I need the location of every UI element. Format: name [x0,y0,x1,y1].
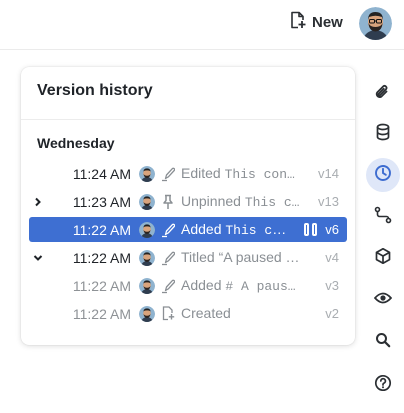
pencil-icon [161,222,175,238]
version-description: Created [181,305,303,322]
author-avatar [139,221,155,238]
version-history-button[interactable] [366,158,400,192]
top-bar: New [0,0,404,50]
new-document-icon [161,306,175,322]
description-text: Unpinned [181,193,245,209]
compare-icon[interactable] [304,223,317,236]
clock-icon [374,164,392,187]
version-number: v14 [318,166,339,181]
version-description: Titled “A paused … [181,249,303,266]
version-time: 11:22 AM [72,221,131,238]
author-avatar [139,305,155,322]
attachments-button[interactable] [366,77,400,111]
version-row[interactable]: 11:24 AM Edited This con… v14 [29,161,347,186]
paperclip-icon [374,83,392,106]
version-description: Added # A paus… [181,277,303,294]
version-number: v6 [325,222,339,237]
cube-button[interactable] [366,241,400,275]
version-time: 11:24 AM [72,165,131,182]
description-text: Added [181,221,226,237]
version-time: 11:22 AM [72,305,131,322]
version-number: v4 [325,250,339,265]
version-description: Added This con… [181,221,293,238]
search-icon [375,332,391,353]
pencil-icon [161,278,175,294]
chevron-down-icon[interactable] [31,254,45,262]
description-text: Created [181,305,231,321]
description-code: This con… [224,167,295,182]
author-avatar [139,249,155,266]
version-number: v2 [325,306,339,321]
pencil-icon [161,250,175,266]
database-icon [375,123,391,146]
version-row-selected[interactable]: 11:22 AM Added This con… v6 [29,217,347,242]
description-text: Titled “A paused … [181,249,300,265]
version-row[interactable]: 11:23 AM Unpinned This c… v13 [29,189,347,214]
help-button[interactable] [366,368,400,402]
user-avatar[interactable] [359,7,392,40]
pin-icon [161,194,175,210]
version-row[interactable]: 11:22 AM Added # A paus… v3 [29,273,347,298]
preview-button[interactable] [366,283,400,317]
eye-icon [373,291,393,310]
version-number: v3 [325,278,339,293]
new-button[interactable]: New [290,11,343,33]
version-description: Unpinned This c… [181,193,303,210]
new-document-icon [290,11,306,34]
version-time: 11:23 AM [72,193,131,210]
author-avatar [139,193,155,210]
description-text: Edited [181,165,225,181]
chevron-right-icon[interactable] [31,197,45,207]
help-icon [374,374,392,397]
version-description: Edited This con… [181,165,303,182]
panel-divider [21,119,355,120]
description-code: # A paus… [225,279,296,294]
search-button[interactable] [366,325,400,359]
version-history-panel: Version history Wednesday 11:24 AM Edited… [21,67,355,345]
route-button[interactable] [366,200,400,234]
panel-title: Version history [37,82,153,99]
new-button-label: New [312,13,343,31]
database-button[interactable] [366,117,400,151]
author-avatar [139,277,155,294]
version-time: 11:22 AM [72,249,131,266]
description-code: This c… [244,195,300,210]
version-time: 11:22 AM [72,277,131,294]
version-number: v13 [318,194,339,209]
route-icon [374,206,392,229]
version-row[interactable]: 11:22 AM Titled “A paused … v4 [29,245,347,270]
pencil-icon [161,166,175,182]
version-row[interactable]: 11:22 AM Created v2 [29,301,347,326]
cube-icon [374,247,392,270]
day-heading: Wednesday [37,135,115,151]
description-text: Added [181,277,226,293]
author-avatar [139,165,155,182]
description-code: This con… [225,223,293,238]
